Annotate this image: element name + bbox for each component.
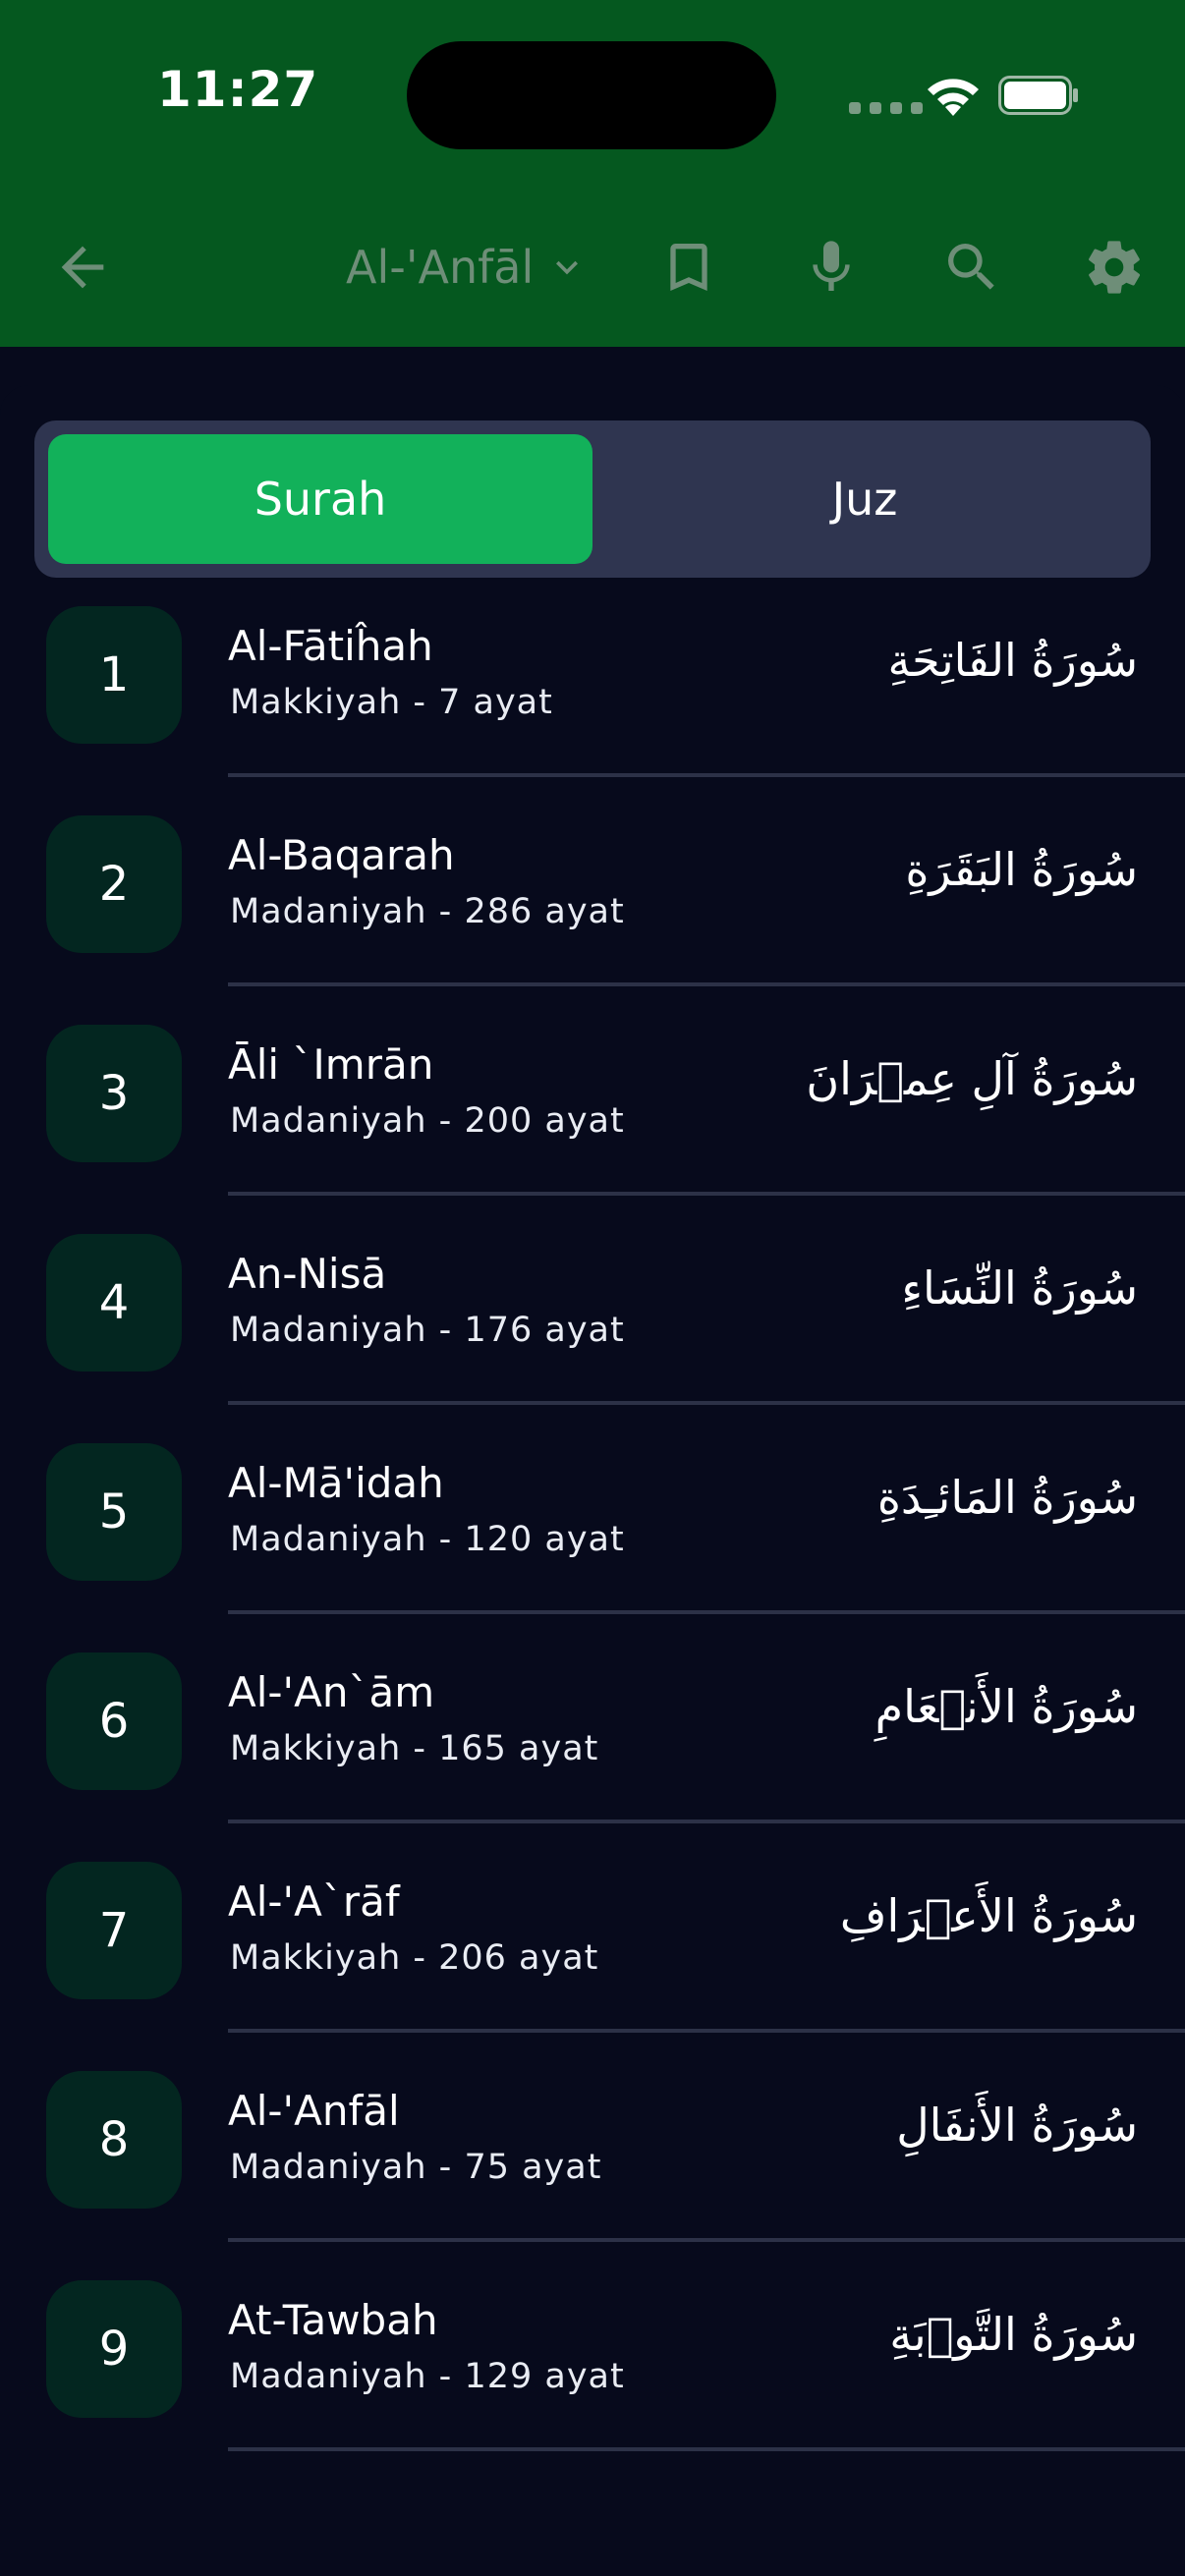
list-item[interactable]: 8 Al-'Anfāl Madaniyah - 75 ayat سُورَةُ …	[0, 2071, 1185, 2280]
surah-number-badge: 1	[46, 606, 182, 744]
divider	[228, 2238, 1185, 2242]
surah-arabic-name: سُورَةُ آلِ عِمۡرَانَ	[806, 1052, 1138, 1105]
tab-bar: Surah Juz	[34, 420, 1151, 578]
surah-info: Madaniyah - 286 ayat	[230, 892, 625, 931]
surah-arabic-name: سُورَةُ البَقَرَةِ	[905, 843, 1138, 896]
status-time: 11:27	[157, 61, 319, 118]
surah-info: Madaniyah - 129 ayat	[230, 2357, 625, 2396]
surah-number-badge: 6	[46, 1652, 182, 1790]
surah-number-badge: 8	[46, 2071, 182, 2209]
battery-icon	[998, 76, 1078, 115]
search-button[interactable]	[938, 234, 1005, 301]
surah-number-badge: 5	[46, 1443, 182, 1581]
tab-surah[interactable]: Surah	[48, 434, 592, 564]
bookmark-icon	[670, 244, 707, 291]
divider	[228, 1610, 1185, 1614]
current-surah-label: Al-'Anfāl	[346, 241, 535, 294]
surah-list-sheet: Surah Juz 1 Al-Fātiĥah Makkiyah - 7 ayat…	[0, 385, 1185, 2576]
divider	[228, 2029, 1185, 2033]
surah-info: Madaniyah - 75 ayat	[230, 2148, 602, 2187]
divider	[228, 773, 1185, 777]
surah-info: Madaniyah - 200 ayat	[230, 1101, 625, 1141]
surah-name: Āli `Imrān	[228, 1040, 434, 1089]
surah-name: Al-'Anfāl	[228, 2087, 400, 2135]
divider	[228, 1820, 1185, 1823]
surah-arabic-name: سُورَةُ المَائـِدَةِ	[876, 1471, 1138, 1524]
list-item[interactable]: 2 Al-Baqarah Madaniyah - 286 ayat سُورَة…	[0, 815, 1185, 1025]
list-item[interactable]: 1 Al-Fātiĥah Makkiyah - 7 ayat سُورَةُ ا…	[0, 606, 1185, 815]
surah-dropdown[interactable]: Al-'Anfāl	[346, 234, 589, 301]
surah-number-badge: 3	[46, 1025, 182, 1162]
list-item[interactable]: 5 Al-Mā'idah Madaniyah - 120 ayat سُورَة…	[0, 1443, 1185, 1652]
list-item[interactable]: 3 Āli `Imrān Madaniyah - 200 ayat سُورَة…	[0, 1025, 1185, 1234]
list-item[interactable]: 4 An-Nisā Madaniyah - 176 ayat سُورَةُ ا…	[0, 1234, 1185, 1443]
surah-number-badge: 9	[46, 2280, 182, 2418]
search-icon	[948, 244, 994, 290]
list-item[interactable]: 9 At-Tawbah Madaniyah - 129 ayat سُورَةُ…	[0, 2280, 1185, 2490]
voice-search-button[interactable]	[798, 234, 865, 301]
cellular-signal-icon	[849, 102, 923, 114]
surah-arabic-name: سُورَةُ الأَنفَالِ	[896, 2099, 1138, 2152]
surah-name: Al-Baqarah	[228, 831, 455, 879]
screen: 11:27 Al-'Anfāl Surah Juz 1 Al-Fātiĥah M…	[0, 0, 1185, 2576]
gear-icon	[1089, 241, 1141, 294]
app-header: 11:27 Al-'Anfāl	[0, 0, 1185, 347]
surah-info: Makkiyah - 7 ayat	[230, 683, 553, 722]
dynamic-island	[407, 41, 776, 149]
surah-arabic-name: سُورَةُ الأَعۡرَافِ	[839, 1889, 1138, 1942]
back-button[interactable]	[49, 234, 116, 301]
surah-name: Al-Fātiĥah	[228, 622, 433, 670]
tab-juz[interactable]: Juz	[592, 434, 1137, 564]
microphone-icon	[813, 241, 850, 291]
surah-name: At-Tawbah	[228, 2296, 438, 2344]
surah-name: An-Nisā	[228, 1250, 387, 1298]
surah-arabic-name: سُورَةُ الفَاتِحَةِ	[887, 634, 1138, 687]
list-item[interactable]: 7 Al-'A`rāf Makkiyah - 206 ayat سُورَةُ …	[0, 1862, 1185, 2071]
bookmark-button[interactable]	[655, 234, 722, 301]
surah-name: Al-'A`rāf	[228, 1877, 400, 1926]
wifi-icon	[928, 79, 979, 116]
surah-arabic-name: سُورَةُ الأَنۡعَامِ	[875, 1680, 1138, 1733]
divider	[228, 982, 1185, 986]
surah-number-badge: 4	[46, 1234, 182, 1372]
surah-number-badge: 7	[46, 1862, 182, 1999]
surah-info: Madaniyah - 120 ayat	[230, 1520, 625, 1559]
divider	[228, 1401, 1185, 1405]
chevron-down-icon	[556, 260, 579, 275]
surah-info: Makkiyah - 206 ayat	[230, 1938, 599, 1978]
surah-info: Madaniyah - 176 ayat	[230, 1311, 625, 1350]
back-arrow-icon	[61, 246, 104, 289]
toolbar: Al-'Anfāl	[0, 214, 1185, 320]
divider	[228, 1192, 1185, 1196]
surah-name: Al-Mā'idah	[228, 1459, 444, 1507]
surah-number-badge: 2	[46, 815, 182, 953]
divider	[228, 2447, 1185, 2451]
surah-arabic-name: سُورَةُ النِّسَاءِ	[901, 1261, 1138, 1315]
list-item[interactable]: 6 Al-'An`ām Makkiyah - 165 ayat سُورَةُ …	[0, 1652, 1185, 1862]
surah-list: 1 Al-Fātiĥah Makkiyah - 7 ayat سُورَةُ ا…	[0, 606, 1185, 2490]
surah-arabic-name: سُورَةُ التَّوۡبَةِ	[889, 2308, 1138, 2361]
surah-info: Makkiyah - 165 ayat	[230, 1729, 599, 1768]
surah-name: Al-'An`ām	[228, 1668, 435, 1716]
settings-button[interactable]	[1081, 234, 1148, 301]
